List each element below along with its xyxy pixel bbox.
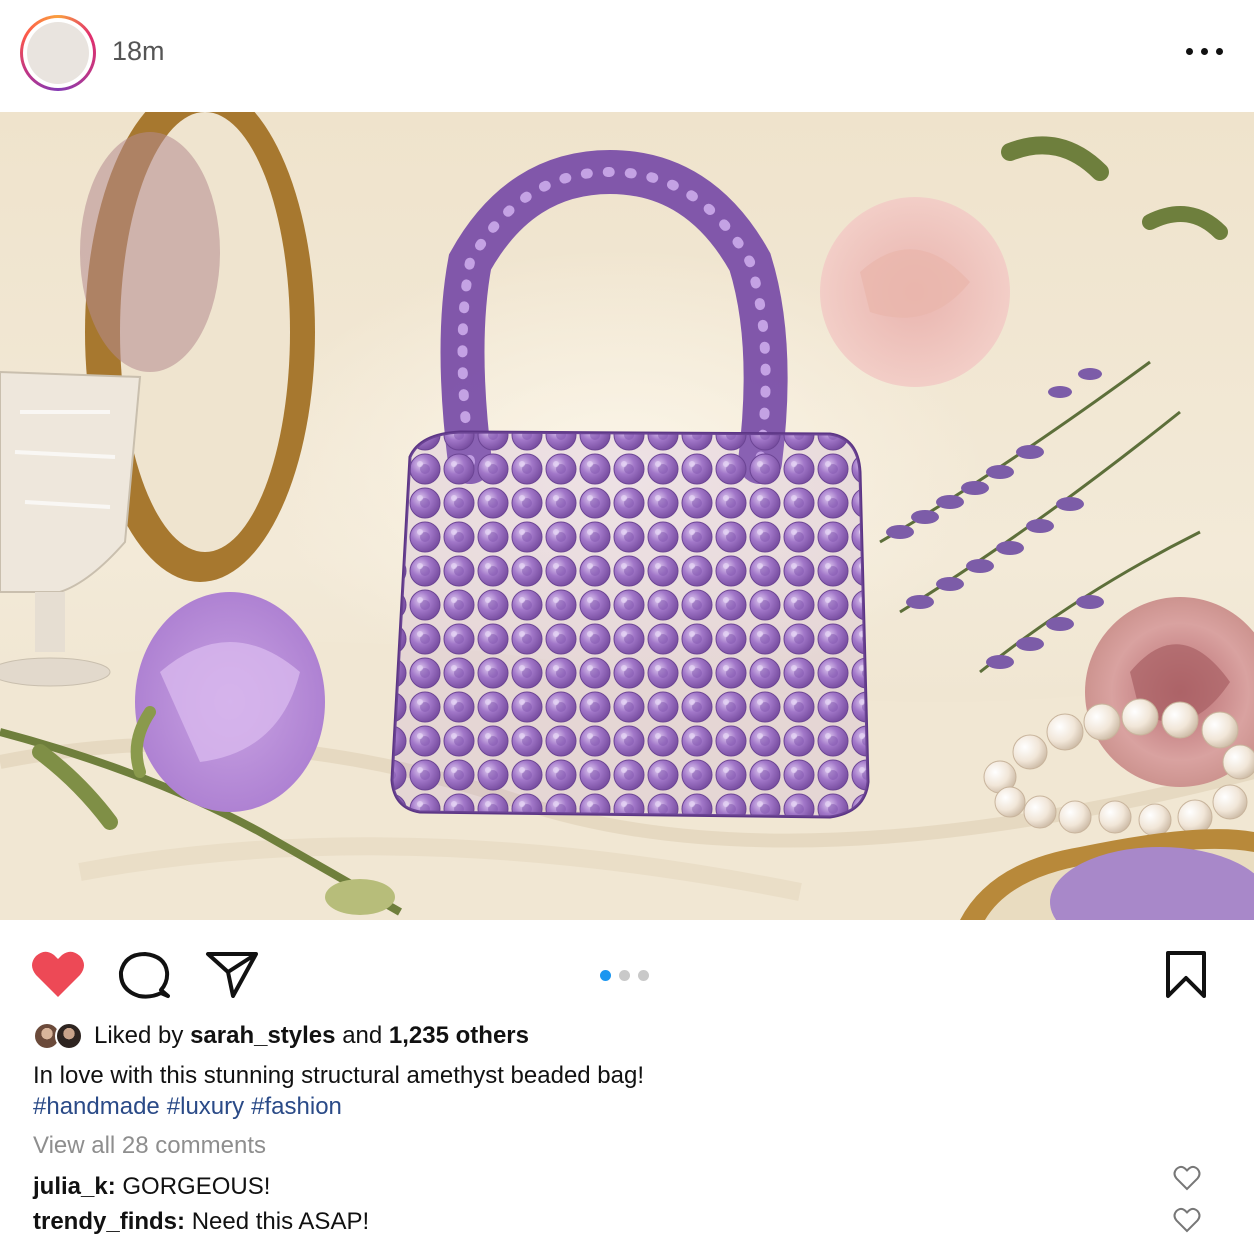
comment-icon[interactable] [117,950,171,1000]
action-bar [0,920,1254,1030]
carousel-dot-1[interactable] [600,970,611,981]
carousel-dot-3[interactable] [638,970,649,981]
carousel-dot-2[interactable] [619,970,630,981]
hashtag-link[interactable]: #fashion [251,1093,342,1120]
caption-hashtags: #handmade #luxury #fashion [33,1093,349,1121]
hashtag-link[interactable]: #handmade [33,1093,160,1120]
hashtag-link[interactable]: #luxury [167,1093,244,1120]
comment-item: julia_k: GORGEOUS! [33,1173,270,1201]
likes-prefix: Liked by [94,1022,184,1049]
bookmark-icon[interactable] [1164,950,1208,1000]
carousel-indicator [600,970,652,982]
post-timestamp: 18m [112,36,165,66]
likes-count[interactable]: 1,235 others [389,1022,529,1049]
avatar[interactable] [27,22,89,84]
comment-text: GORGEOUS! [122,1173,271,1200]
comment-text: Need this ASAP! [191,1208,370,1235]
view-all-comments-link[interactable]: View all 28 comments [33,1132,266,1160]
liker-avatar-2[interactable] [55,1022,83,1050]
comment-item: trendy_finds: Need this ASAP! [33,1208,369,1236]
heart-outline-icon[interactable] [1173,1207,1201,1233]
comment-username[interactable]: trendy_finds: [33,1208,185,1235]
heart-outline-icon[interactable] [1173,1165,1201,1191]
likes-summary: Liked by sarah_styles and 1,235 others [94,1022,529,1050]
send-icon[interactable] [205,950,259,998]
post-header: 18m [0,0,1254,112]
post-image[interactable] [0,112,1254,920]
caption-text: In love with this stunning structural am… [33,1062,645,1089]
liker-username[interactable]: sarah_styles [190,1022,335,1049]
likes-middle: and [342,1022,383,1049]
comment-username[interactable]: julia_k: [33,1173,116,1200]
heart-filled-icon[interactable] [30,949,86,999]
more-options-icon[interactable] [1186,40,1226,64]
